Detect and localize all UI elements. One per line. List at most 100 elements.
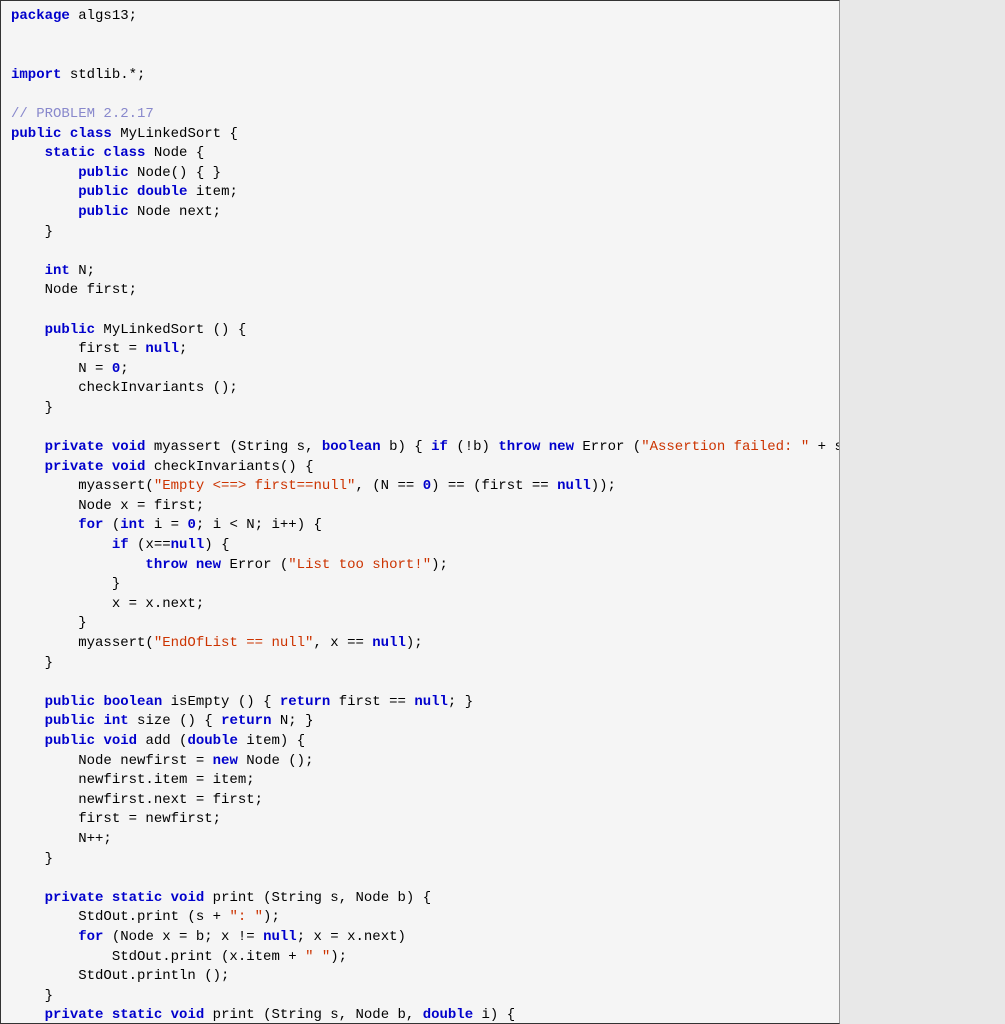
- code-token: myassert(: [11, 635, 154, 651]
- code-line: [11, 27, 829, 47]
- code-line: if (x==null) {: [11, 536, 829, 556]
- code-line: public int size () { return N; }: [11, 712, 829, 732]
- code-token: ; x = x.next): [297, 929, 406, 945]
- code-token: }: [11, 615, 87, 631]
- code-token: if: [431, 439, 448, 455]
- code-line: myassert("EndOfList == null", x == null)…: [11, 634, 829, 654]
- code-token: public: [78, 165, 128, 181]
- code-token: public: [45, 713, 95, 729]
- code-token: private: [45, 439, 104, 455]
- code-line: newfirst.item = item;: [11, 771, 829, 791]
- code-token: newfirst.item = item;: [11, 772, 255, 788]
- code-token: [162, 1007, 170, 1023]
- code-token: private: [45, 459, 104, 475]
- code-token: import: [11, 67, 61, 83]
- code-token: null: [414, 694, 448, 710]
- code-token: [11, 890, 45, 906]
- code-line: newfirst.next = first;: [11, 791, 829, 811]
- code-token: double: [137, 184, 187, 200]
- code-token: ; }: [448, 694, 473, 710]
- code-token: [11, 204, 78, 220]
- code-token: print (String s, Node b,: [204, 1007, 422, 1023]
- code-token: void: [171, 1007, 205, 1023]
- code-line: myassert("Empty <==> first==null", (N ==…: [11, 477, 829, 497]
- code-token: [11, 694, 45, 710]
- code-token: double: [423, 1007, 473, 1023]
- code-token: [103, 439, 111, 455]
- code-token: );: [263, 909, 280, 925]
- code-token: void: [103, 733, 137, 749]
- code-token: static: [112, 890, 162, 906]
- code-token: N; }: [272, 713, 314, 729]
- code-token: ; i < N; i++) {: [196, 517, 322, 533]
- code-token: class: [103, 145, 145, 161]
- code-line: [11, 673, 829, 693]
- code-token: [103, 1007, 111, 1023]
- code-token: }: [11, 576, 120, 592]
- code-token: [11, 322, 45, 338]
- code-line: private void checkInvariants() {: [11, 458, 829, 478]
- right-gutter: [840, 0, 1005, 1024]
- code-token: throw: [498, 439, 540, 455]
- code-token: return: [221, 713, 271, 729]
- code-token: myassert (String s,: [145, 439, 321, 455]
- code-line: Node newfirst = new Node ();: [11, 752, 829, 772]
- code-token: "Empty <==> first==null": [154, 478, 356, 494]
- code-editor-pane[interactable]: package algs13; import stdlib.*; // PROB…: [0, 0, 840, 1024]
- code-token: , (N ==: [355, 478, 422, 494]
- code-line: N = 0;: [11, 360, 829, 380]
- code-token: (: [103, 517, 120, 533]
- code-token: first ==: [330, 694, 414, 710]
- code-token: Node next;: [129, 204, 221, 220]
- code-token: [103, 890, 111, 906]
- code-line: public Node next;: [11, 203, 829, 223]
- code-line: first = null;: [11, 340, 829, 360]
- code-token: "EndOfList == null": [154, 635, 314, 651]
- code-token: i =: [145, 517, 187, 533]
- code-token: void: [171, 890, 205, 906]
- code-token: [103, 459, 111, 475]
- code-token: algs13;: [70, 8, 137, 24]
- code-line: }: [11, 223, 829, 243]
- code-token: [11, 263, 45, 279]
- code-token: (x==: [129, 537, 171, 553]
- code-line: for (Node x = b; x != null; x = x.next): [11, 928, 829, 948]
- code-token: [11, 557, 145, 573]
- code-token: // PROBLEM 2.2.17: [11, 106, 154, 122]
- code-token: N =: [11, 361, 112, 377]
- code-token: for: [78, 929, 103, 945]
- code-line: public void add (double item) {: [11, 732, 829, 752]
- code-token: [162, 890, 170, 906]
- code-token: }: [11, 851, 53, 867]
- code-token: print (String s, Node b) {: [204, 890, 431, 906]
- code-line: }: [11, 850, 829, 870]
- code-token: + s); }: [809, 439, 840, 455]
- code-token: static: [45, 145, 95, 161]
- code-token: b) {: [381, 439, 431, 455]
- code-line: private void myassert (String s, boolean…: [11, 438, 829, 458]
- code-token: (Node x = b; x !=: [103, 929, 263, 945]
- code-token: null: [263, 929, 297, 945]
- code-token: double: [187, 733, 237, 749]
- code-token: add (: [137, 733, 187, 749]
- code-token: [11, 929, 78, 945]
- code-line: checkInvariants ();: [11, 379, 829, 399]
- code-token: [11, 145, 45, 161]
- code-token: null: [145, 341, 179, 357]
- code-token: item) {: [238, 733, 305, 749]
- code-line: public class MyLinkedSort {: [11, 125, 829, 145]
- code-token: null: [171, 537, 205, 553]
- code-token: void: [112, 439, 146, 455]
- code-token: item;: [187, 184, 237, 200]
- code-token: null: [372, 635, 406, 651]
- code-token: "Assertion failed: ": [641, 439, 809, 455]
- code-token: );: [431, 557, 448, 573]
- code-line: StdOut.print (s + ": ");: [11, 908, 829, 928]
- code-token: public: [45, 322, 95, 338]
- code-token: Node x = first;: [11, 498, 204, 514]
- code-token: [540, 439, 548, 455]
- code-token: boolean: [322, 439, 381, 455]
- code-token: [11, 517, 78, 533]
- code-token: size () {: [129, 713, 221, 729]
- code-token: Node {: [145, 145, 204, 161]
